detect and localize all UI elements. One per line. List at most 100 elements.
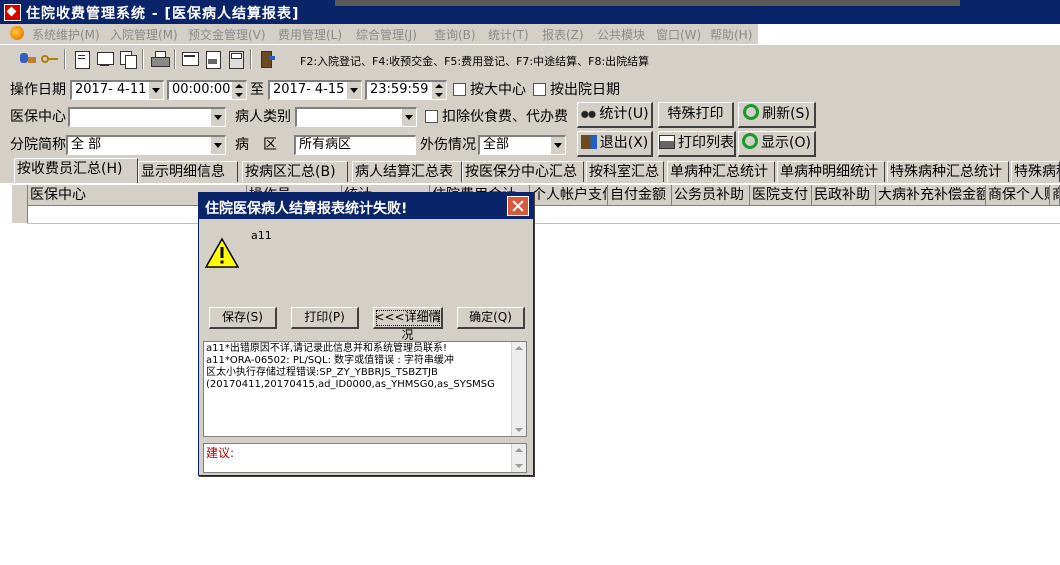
ok-button[interactable]: 确定(Q) xyxy=(457,307,525,329)
col-commercial-extra[interactable]: 商 xyxy=(1050,185,1060,205)
menu-deposit[interactable]: 预交金管理(V) xyxy=(188,26,266,43)
tool-print-icon[interactable] xyxy=(150,49,170,69)
menu-reports[interactable]: 报表(Z) xyxy=(542,26,584,43)
menu-help[interactable]: 帮助(H) xyxy=(710,26,752,43)
special-print-button[interactable]: 特殊打印 xyxy=(658,102,734,128)
tool-key-icon[interactable] xyxy=(40,49,60,69)
row-indicator xyxy=(12,185,28,223)
by-discharge-date-checkbox[interactable] xyxy=(533,83,546,96)
date-to-dropdown-icon[interactable] xyxy=(346,82,361,99)
exit-button-label: 退出(X) xyxy=(599,135,649,151)
time-from-input[interactable]: 00:00:00 xyxy=(167,80,247,100)
suggestion-box[interactable]: 建议: xyxy=(203,443,527,473)
patient-type-dropdown-icon[interactable] xyxy=(401,109,416,126)
detail-line: 区太小执行存储过程错误:SP_ZY_YBBRJS_TSBZTJB xyxy=(206,367,438,378)
branch-dropdown-icon[interactable] xyxy=(210,137,225,154)
by-discharge-date-label: 按出院日期 xyxy=(550,82,620,98)
date-from-picker[interactable]: 2017- 4-11 xyxy=(70,80,164,100)
menu-window[interactable]: 窗口(W) xyxy=(656,26,701,43)
refresh-button-label: 刷新(S) xyxy=(762,106,810,122)
menu-general[interactable]: 综合管理(J) xyxy=(356,26,417,43)
col-civil-affairs-subsidy[interactable]: 民政补助 xyxy=(812,185,876,205)
date-from-dropdown-icon[interactable] xyxy=(148,82,163,99)
dialog-title-bar: 住院医保病人结算报表统计失败! xyxy=(199,193,533,219)
menu-fees[interactable]: 费用管理(L) xyxy=(278,26,342,43)
exit-button[interactable]: 退出(X) xyxy=(577,131,653,157)
time-from-spinner-icon[interactable] xyxy=(232,82,246,99)
refresh-icon xyxy=(743,104,760,120)
col-civil-servant-subsidy[interactable]: 公务员补助 xyxy=(672,185,750,205)
refresh-button[interactable]: 刷新(S) xyxy=(738,102,816,128)
tool-document-icon[interactable] xyxy=(72,49,92,69)
date-from-value: 2017- 4-11 xyxy=(75,82,147,97)
tab-patient-summary[interactable]: 病人结算汇总表 xyxy=(352,161,462,182)
tab-by-insurance-subcenter[interactable]: 按医保分中心汇总 xyxy=(462,161,584,182)
tab-special-disease-summary[interactable]: 特殊病种汇总统计 xyxy=(887,161,1009,182)
col-hospital-pay[interactable]: 医院支付 xyxy=(750,185,812,205)
print-list-button[interactable]: 打印列表 xyxy=(658,131,736,157)
insurance-center-label: 医保中心 xyxy=(10,109,66,125)
tool-copy-icon[interactable] xyxy=(118,49,138,69)
tab-show-details[interactable]: 显示明细信息 xyxy=(138,161,238,182)
special-print-label: 特殊打印 xyxy=(667,106,724,122)
by-center-checkbox[interactable] xyxy=(453,83,466,96)
tab-single-disease-detail[interactable]: 单病种明细统计 xyxy=(777,161,885,182)
insurance-center-select[interactable] xyxy=(68,107,226,127)
col-major-illness-compensation[interactable]: 大病补充补偿金额 xyxy=(876,185,986,205)
warning-icon xyxy=(205,237,239,268)
close-icon[interactable] xyxy=(507,196,529,216)
time-to-value: 23:59:59 xyxy=(370,82,429,97)
tool-exit-icon[interactable] xyxy=(257,49,277,69)
tool-monitor-icon[interactable] xyxy=(95,49,115,69)
detail-scrollbar[interactable] xyxy=(511,342,526,436)
col-self-pay[interactable]: 自付金额 xyxy=(608,185,672,205)
tool-calculator-icon[interactable] xyxy=(226,49,246,69)
detail-line: a11*ORA-06502: PL/SQL: 数字或值错误 : 字符串缓冲 xyxy=(206,355,454,366)
time-to-spinner-icon[interactable] xyxy=(432,82,446,99)
display-button-label: 显示(O) xyxy=(761,135,811,151)
menu-query[interactable]: 查询(B) xyxy=(434,26,476,43)
exclude-fees-checkbox[interactable] xyxy=(425,110,438,123)
suggestion-scrollbar[interactable] xyxy=(511,444,526,472)
menu-system[interactable]: 系统维护(M) xyxy=(32,26,100,43)
tool-card-icon[interactable] xyxy=(180,49,200,69)
insurance-center-dropdown-icon[interactable] xyxy=(210,109,225,126)
menu-statistics[interactable]: 统计(T) xyxy=(488,26,529,43)
col-commercial-insurance[interactable]: 商保个人赔 xyxy=(986,185,1050,205)
branch-select[interactable]: 全 部 xyxy=(66,135,226,155)
save-button[interactable]: 保存(S) xyxy=(209,307,277,329)
menu-public[interactable]: 公共模块 xyxy=(597,26,645,43)
tool-user-icon[interactable] xyxy=(18,49,38,69)
toolbar-separator xyxy=(64,49,66,69)
tab-by-ward[interactable]: 按病区汇总(B) xyxy=(242,161,348,182)
time-to-input[interactable]: 23:59:59 xyxy=(365,80,447,100)
window-title: 住院收费管理系统 - [医保病人结算报表] xyxy=(26,6,300,22)
display-button[interactable]: 显示(O) xyxy=(738,131,816,157)
branch-label: 分院简称 xyxy=(10,137,66,153)
ward-select[interactable]: 所有病区 xyxy=(294,135,416,155)
print-button[interactable]: 打印(P) xyxy=(291,307,359,329)
injury-label: 外伤情况 xyxy=(420,137,476,153)
error-dialog: 住院医保病人结算报表统计失败! a11 保存(S) 打印(P) <<<详细情况 … xyxy=(198,192,534,476)
app-logo-icon xyxy=(4,4,21,21)
tab-by-department[interactable]: 按科室汇总 xyxy=(586,161,664,182)
grid-header: 医保中心 操作员 统计... 住院费用合计 个人帐户支付 自付金额 公务员补助 … xyxy=(12,185,1060,206)
col-personal-account[interactable]: 个人帐户支付 xyxy=(530,185,608,205)
filter-panel: 操作日期 2017- 4-11 00:00:00 至 2017- 4-15 23… xyxy=(0,74,1060,158)
stat-button[interactable]: 统计(U) xyxy=(577,102,653,128)
printer-icon xyxy=(659,135,675,149)
dialog-title: 住院医保病人结算报表统计失败! xyxy=(205,201,408,217)
tab-by-cashier[interactable]: 按收费员汇总(H) xyxy=(14,158,138,183)
injury-select[interactable]: 全部 xyxy=(478,135,566,155)
tool-report-icon[interactable] xyxy=(203,49,223,69)
tab-single-disease-summary[interactable]: 单病种汇总统计 xyxy=(667,161,775,182)
detail-button[interactable]: <<<详细情况 xyxy=(373,307,443,342)
error-detail-text[interactable]: a11*出错原因不详,请记录此信息并和系统管理员联系! a11*ORA-0650… xyxy=(203,341,527,437)
patient-type-select[interactable] xyxy=(295,107,417,127)
injury-dropdown-icon[interactable] xyxy=(550,137,565,154)
menu-admission[interactable]: 入院管理(M) xyxy=(110,26,178,43)
background-window-strip xyxy=(335,0,960,6)
menu-bar-empty-area xyxy=(758,24,1060,44)
date-to-picker[interactable]: 2017- 4-15 xyxy=(268,80,362,100)
tab-special-disease[interactable]: 特殊病种 xyxy=(1011,161,1060,182)
